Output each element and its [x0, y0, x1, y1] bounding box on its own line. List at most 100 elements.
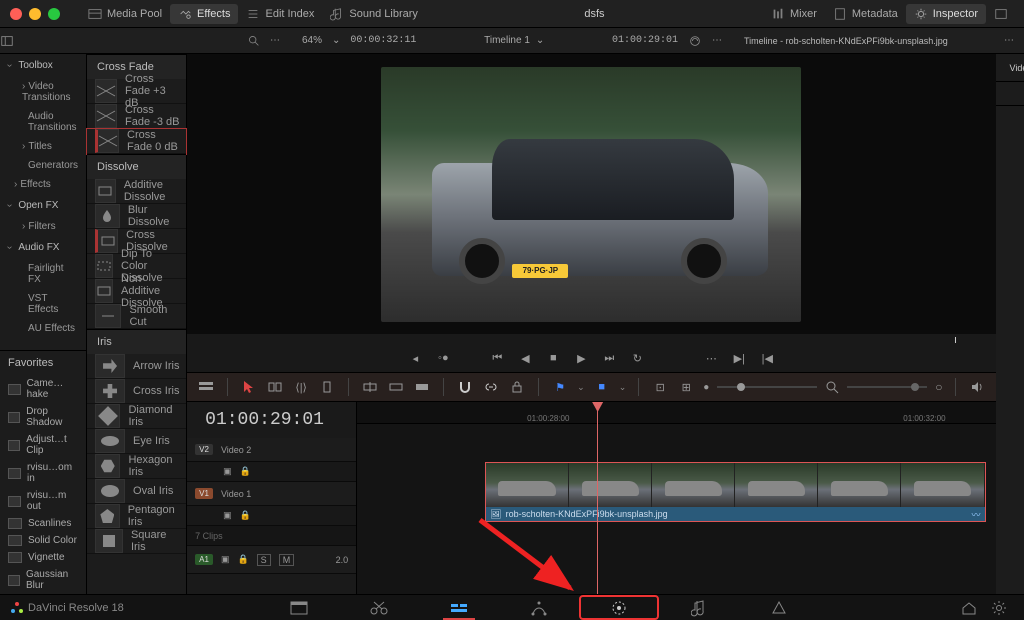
settings-icon[interactable] [984, 599, 1014, 617]
metadata-tab[interactable]: Metadata [825, 4, 906, 24]
track-v2-ctrl[interactable]: ▣🔒 [187, 462, 356, 482]
playhead[interactable] [597, 402, 598, 594]
fairlightfx-item[interactable]: Fairlight FX [0, 259, 86, 289]
options-icon[interactable]: ⋯ [270, 35, 280, 46]
bypass-icon[interactable] [688, 34, 702, 48]
favorite-item[interactable]: Came…hake [0, 375, 86, 403]
effects-tab[interactable]: Effects [170, 4, 238, 24]
timeline-zoom-slider[interactable] [717, 386, 817, 388]
toolbox-group[interactable]: Toolbox [0, 54, 86, 77]
vst-item[interactable]: VST Effects [0, 289, 86, 319]
fx-blur-dissolve[interactable]: Blur Dissolve [87, 204, 186, 229]
fx-arrow-iris[interactable]: Arrow Iris [87, 354, 186, 379]
chevron-down-icon[interactable]: ⌄ [536, 35, 544, 46]
lock-icon[interactable] [508, 378, 526, 396]
next-icon[interactable]: ▶| [728, 348, 750, 368]
track-a1[interactable]: A1▣🔒SM2.0 [187, 546, 356, 574]
fx-square-iris[interactable]: Square Iris [87, 529, 186, 554]
sidebar-toggle-icon[interactable] [0, 34, 14, 48]
fx-nonadditive-dissolve[interactable]: Non-Additive Dissolve [87, 279, 186, 304]
timeline-height-slider[interactable] [847, 386, 927, 388]
track-v2[interactable]: V2Video 2 [187, 438, 356, 462]
timeline-name[interactable]: Timeline 1 [484, 35, 530, 46]
fx-crossfade-minus3[interactable]: Cross Fade -3 dB [87, 104, 186, 129]
soundlib-tab[interactable]: Sound Library [322, 4, 426, 24]
insert-icon[interactable] [361, 378, 379, 396]
first-frame-icon[interactable]: ⏮ [486, 348, 508, 368]
in-out-icon[interactable]: ◦● [432, 348, 454, 368]
timeline-tracks-area[interactable]: 01:00:28:00 01:00:32:00 🖼rob-scholten-KN… [357, 402, 995, 594]
video-transitions-item[interactable]: Video Transitions [0, 77, 86, 107]
track-v1-ctrl[interactable]: ▣🔒 [187, 506, 356, 526]
fx-eye-iris[interactable]: Eye Iris [87, 429, 186, 454]
insp-sub-fusion[interactable]: Fusion [1016, 85, 1024, 102]
mediapool-tab[interactable]: Media Pool [80, 4, 170, 24]
page-color[interactable] [579, 595, 659, 620]
viewer-scrub-position[interactable] [955, 337, 956, 343]
search-icon[interactable] [247, 34, 260, 47]
match-frame-icon[interactable]: ◂ [404, 348, 426, 368]
fx-crossfade-plus3[interactable]: Cross Fade +3 dB [87, 79, 186, 104]
page-deliver[interactable] [739, 595, 819, 620]
zoom-window-icon[interactable] [48, 8, 60, 20]
generators-item[interactable]: Generators [0, 156, 86, 175]
favorite-item[interactable]: Drop Shadow [0, 403, 86, 431]
page-media[interactable] [259, 595, 339, 620]
zoom-full-icon[interactable]: ⊡ [651, 378, 669, 396]
insp-tab-video[interactable]: Video [1004, 60, 1024, 76]
au-item[interactable]: AU Effects [0, 319, 86, 338]
page-cut[interactable] [339, 595, 419, 620]
fullview-button[interactable] [986, 4, 1016, 24]
page-fusion[interactable] [499, 595, 579, 620]
flag-icon[interactable]: ⚑ [551, 378, 569, 396]
filters-item[interactable]: Filters [0, 217, 86, 236]
fx-smooth-cut[interactable]: Smooth Cut [87, 304, 186, 329]
fx-cross-iris[interactable]: Cross Iris [87, 379, 186, 404]
titles-item[interactable]: Titles [0, 137, 86, 156]
window-traffic-lights[interactable] [10, 8, 60, 20]
chevron-down-icon[interactable]: ⌄ [332, 35, 340, 46]
timeline-view-icon[interactable] [197, 378, 215, 396]
link-icon[interactable] [482, 378, 500, 396]
last-icon[interactable]: |◀ [756, 348, 778, 368]
replace-icon[interactable] [413, 378, 431, 396]
fx-hexagon-iris[interactable]: Hexagon Iris [87, 454, 186, 479]
stop-icon[interactable]: ■ [542, 348, 564, 368]
close-window-icon[interactable] [10, 8, 22, 20]
prev-frame-icon[interactable]: ◀ [514, 348, 536, 368]
mute-icon[interactable] [968, 378, 986, 396]
openfx-group[interactable]: Open FX [0, 194, 86, 217]
selection-tool-icon[interactable] [240, 378, 258, 396]
fx-crossfade-0[interactable]: Cross Fade 0 dB [87, 129, 186, 154]
options-icon[interactable]: ⋯ [1004, 35, 1014, 46]
editindex-tab[interactable]: Edit Index [238, 4, 322, 24]
favorite-item[interactable]: Gaussian Blur [0, 566, 86, 594]
minimize-window-icon[interactable] [29, 8, 41, 20]
page-edit[interactable] [419, 595, 499, 620]
options-icon[interactable]: ⋯ [712, 35, 722, 46]
clip-video1[interactable]: 🖼rob-scholten-KNdExPFi9bk-unsplash.jpg〰 [485, 462, 985, 522]
blade-tool-icon[interactable] [318, 378, 336, 396]
timeline-ruler[interactable]: 01:00:28:00 01:00:32:00 [357, 402, 995, 424]
favorite-item[interactable]: Scanlines [0, 515, 86, 532]
dynamic-trim-icon[interactable]: ⟨|⟩ [292, 378, 310, 396]
mixer-tab[interactable]: Mixer [763, 4, 825, 24]
loop-icon[interactable]: ↻ [626, 348, 648, 368]
next-frame-icon[interactable]: ⏭ [598, 348, 620, 368]
trim-tool-icon[interactable] [266, 378, 284, 396]
overwrite-icon[interactable] [387, 378, 405, 396]
fx-oval-iris[interactable]: Oval Iris [87, 479, 186, 504]
snap-icon[interactable] [456, 378, 474, 396]
audio-transitions-item[interactable]: Audio Transitions [0, 107, 86, 137]
play-icon[interactable]: ▶ [570, 348, 592, 368]
home-icon[interactable] [954, 599, 984, 617]
options-icon[interactable]: ⋯ [700, 348, 722, 368]
page-fairlight[interactable] [659, 595, 739, 620]
viewer-zoom[interactable]: 64% [302, 35, 322, 46]
favorite-item[interactable]: rvisu…m out [0, 487, 86, 515]
fx-pentagon-iris[interactable]: Pentagon Iris [87, 504, 186, 529]
favorite-item[interactable]: Solid Color [0, 532, 86, 549]
zoom-icon[interactable] [825, 380, 839, 394]
inspector-tab[interactable]: Inspector [906, 4, 986, 24]
fx-diamond-iris[interactable]: Diamond Iris [87, 404, 186, 429]
